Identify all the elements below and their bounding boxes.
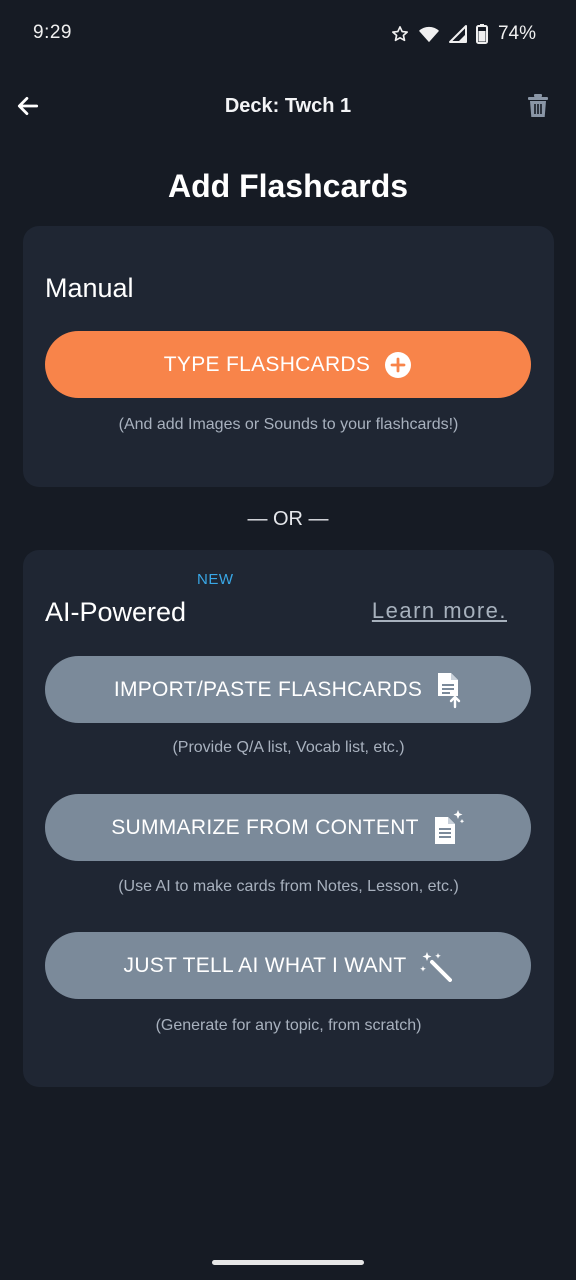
import-paste-label: IMPORT/PASTE FLASHCARDS [113, 677, 423, 701]
manual-label: Manual [45, 273, 134, 303]
deck-title: Deck: Twch 1 [224, 95, 352, 117]
type-flashcards-button[interactable]: TYPE FLASHCARDS [45, 331, 531, 398]
summarize-label: SUMMARIZE FROM CONTENT [111, 815, 419, 839]
summarize-from-content-button[interactable]: SUMMARIZE FROM CONTENT [45, 794, 531, 861]
learn-more-link[interactable]: Learn more. [372, 598, 507, 624]
plus-circle-icon [384, 351, 412, 379]
new-badge: NEW [197, 571, 234, 588]
top-bar: Deck: Twch 1 [0, 78, 576, 138]
battery-percent: 74% [497, 23, 536, 44]
battery-icon [475, 24, 488, 44]
just-tell-ai-hint: (Generate for any topic, from scratch) [155, 1017, 422, 1034]
manual-hint: (And add Images or Sounds to your flashc… [118, 416, 459, 433]
summarize-hint: (Use AI to make cards from Notes, Lesson… [118, 878, 459, 895]
or-divider: — OR — [247, 508, 329, 530]
magic-wand-icon [420, 950, 453, 982]
delete-deck-button[interactable] [524, 92, 552, 124]
status-bar: 9:29 74% [0, 0, 576, 68]
just-tell-ai-label: JUST TELL AI WHAT I WANT [123, 953, 407, 977]
page-title: Add Flashcards [167, 168, 409, 204]
wifi-icon [418, 24, 440, 44]
ai-powered-label: AI-Powered [45, 597, 187, 627]
document-sparkle-icon [433, 809, 465, 847]
screen: 9:29 74% Deck: Twch 1 Add Flashcards Man… [0, 0, 576, 1280]
import-paste-flashcards-button[interactable]: IMPORT/PASTE FLASHCARDS [45, 656, 531, 723]
ai-card: NEW AI-Powered Learn more. IMPORT/PASTE … [23, 550, 554, 1087]
star-icon [390, 24, 410, 44]
type-flashcards-label: TYPE FLASHCARDS [163, 352, 371, 376]
home-indicator[interactable] [212, 1260, 364, 1265]
trash-icon [526, 93, 550, 124]
status-time: 9:29 [33, 22, 72, 43]
just-tell-ai-button[interactable]: JUST TELL AI WHAT I WANT [45, 932, 531, 999]
document-upload-icon [436, 671, 462, 709]
status-icons: 74% [390, 20, 536, 48]
cell-signal-icon [448, 24, 468, 44]
import-paste-hint: (Provide Q/A list, Vocab list, etc.) [172, 739, 405, 756]
manual-card: Manual TYPE FLASHCARDS (And add Images o… [23, 226, 554, 487]
